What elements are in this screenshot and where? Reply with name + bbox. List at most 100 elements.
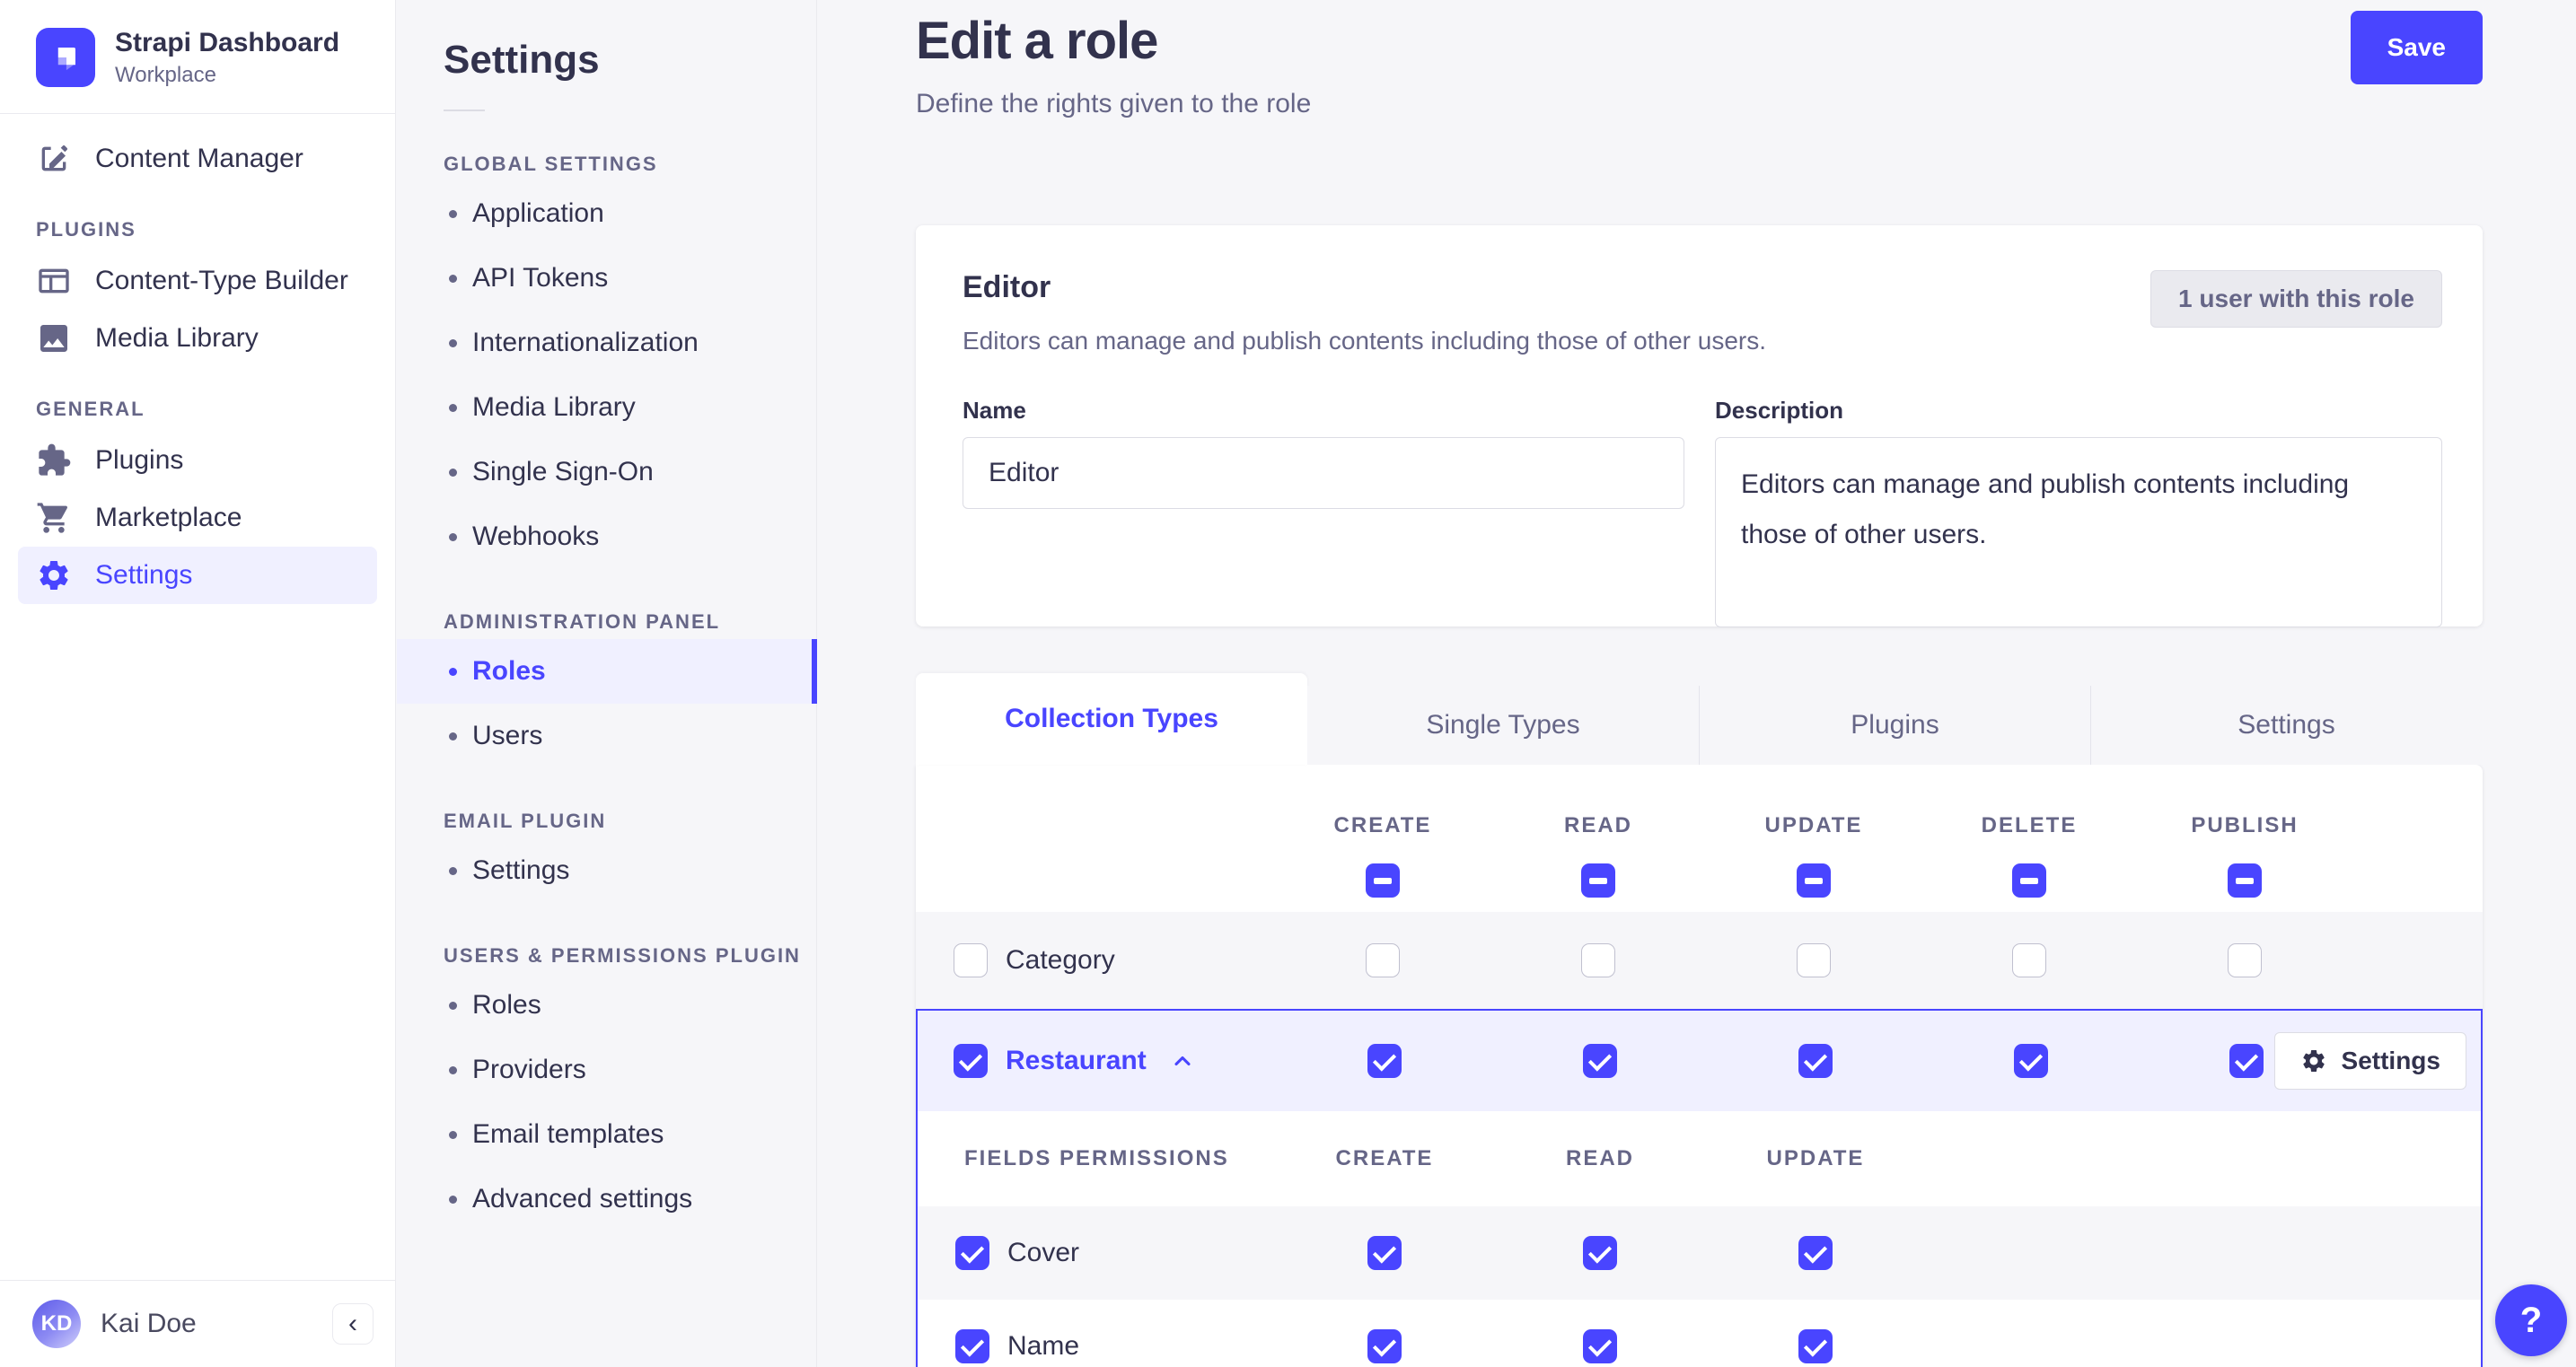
subnav-item-providers[interactable]: Providers: [397, 1038, 816, 1102]
row-label[interactable]: Restaurant: [1006, 1046, 1147, 1076]
column-header: READ: [1563, 813, 1632, 837]
subnav-item-label: Application: [472, 198, 604, 228]
restaurant-publish-checkbox[interactable]: [2229, 1044, 2264, 1078]
tab-single-types[interactable]: Single Types: [1307, 686, 1699, 765]
subnav-item-label: Advanced settings: [472, 1184, 693, 1214]
bullet-icon: [449, 867, 457, 875]
restaurant-read-checkbox[interactable]: [1583, 1044, 1617, 1078]
role-description-textarea[interactable]: Editors can manage and publish contents …: [1715, 437, 2442, 627]
select-all-create-checkbox[interactable]: [1366, 863, 1400, 898]
column-header: DELETE: [1981, 813, 2078, 837]
column-header: UPDATE: [1766, 1146, 1865, 1170]
table-row-category: Category: [916, 912, 2483, 1009]
workspace-brand[interactable]: Strapi Dashboard Workplace: [0, 0, 395, 113]
restaurant-settings-button[interactable]: Settings: [2273, 1032, 2466, 1090]
permissions-table: CREATE READ UPDATE DELETE PUBLISH Catego…: [916, 765, 2483, 1367]
subnav-item-api-tokens[interactable]: API Tokens: [397, 246, 816, 311]
field-row-cover: Cover: [918, 1206, 2481, 1300]
role-name-input[interactable]: [963, 437, 1684, 509]
sidebar-item-marketplace[interactable]: Marketplace: [18, 489, 377, 547]
subnav-item-roles-admin[interactable]: Roles: [397, 639, 817, 704]
restaurant-create-checkbox[interactable]: [1367, 1044, 1402, 1078]
sidebar-collapse-button[interactable]: ‹: [332, 1303, 374, 1345]
field-row-name: Name: [918, 1300, 2481, 1367]
description-field-label: Description: [1715, 397, 1844, 424]
restaurant-row-checkbox[interactable]: [954, 1044, 988, 1078]
subnav-item-advanced-settings[interactable]: Advanced settings: [397, 1167, 816, 1231]
subnav-title-rule: [444, 110, 485, 111]
tab-collection-types[interactable]: Collection Types: [916, 673, 1307, 765]
sidebar-item-label: Content Manager: [95, 144, 303, 173]
row-label[interactable]: Name: [1007, 1331, 1079, 1362]
name-row-checkbox[interactable]: [955, 1329, 989, 1363]
chevron-up-icon[interactable]: [1170, 1048, 1195, 1073]
strapi-admin-app: Strapi Dashboard Workplace Content Manag…: [0, 0, 2576, 1367]
cover-create-checkbox[interactable]: [1367, 1236, 1402, 1270]
select-all-publish-checkbox[interactable]: [2228, 863, 2262, 898]
bullet-icon: [449, 275, 457, 283]
subnav-item-users[interactable]: Users: [397, 704, 816, 768]
save-button[interactable]: Save: [2350, 11, 2483, 84]
subnav-item-email-settings[interactable]: Settings: [397, 838, 816, 903]
subnav-item-label: Internationalization: [472, 328, 699, 357]
bullet-icon: [449, 1131, 457, 1139]
row-label[interactable]: Category: [1006, 945, 1115, 976]
restaurant-delete-checkbox[interactable]: [2014, 1044, 2048, 1078]
subnav-item-internationalization[interactable]: Internationalization: [397, 311, 816, 375]
subnav-item-roles-up[interactable]: Roles: [397, 973, 816, 1038]
subnav-section-email-plugin: EMAIL PLUGIN: [444, 810, 607, 832]
bullet-icon: [449, 210, 457, 218]
category-create-checkbox[interactable]: [1366, 943, 1400, 977]
category-update-checkbox[interactable]: [1797, 943, 1831, 977]
cover-update-checkbox[interactable]: [1798, 1236, 1833, 1270]
cover-row-checkbox[interactable]: [955, 1236, 989, 1270]
permissions-header-row: CREATE READ UPDATE DELETE PUBLISH: [916, 765, 2483, 912]
tab-settings[interactable]: Settings: [2090, 686, 2482, 765]
layout-icon: [39, 268, 69, 294]
user-name: Kai Doe: [101, 1309, 197, 1338]
sidebar-item-label: Media Library: [95, 323, 259, 353]
subnav-section-global-settings: GLOBAL SETTINGS: [444, 153, 658, 175]
tab-plugins[interactable]: Plugins: [1699, 686, 2090, 765]
category-publish-checkbox[interactable]: [2228, 943, 2262, 977]
bullet-icon: [449, 1066, 457, 1074]
subnav-item-label: Email templates: [472, 1119, 664, 1149]
sidebar-item-content-manager[interactable]: Content Manager: [18, 130, 377, 188]
category-read-checkbox[interactable]: [1581, 943, 1615, 977]
subnav-item-email-templates[interactable]: Email templates: [397, 1102, 816, 1167]
subnav-item-application[interactable]: Application: [397, 181, 816, 246]
settings-subnav: Settings GLOBAL SETTINGS Application API…: [397, 0, 817, 1367]
column-header: UPDATE: [1764, 813, 1863, 837]
restaurant-update-checkbox[interactable]: [1798, 1044, 1833, 1078]
subnav-section-administration-panel: ADMINISTRATION PANEL: [444, 610, 721, 633]
name-update-checkbox[interactable]: [1798, 1329, 1833, 1363]
sidebar-item-settings[interactable]: Settings: [18, 547, 377, 604]
avatar[interactable]: KD: [32, 1300, 81, 1348]
sidebar-item-media-library[interactable]: Media Library: [18, 310, 377, 367]
table-row-restaurant: Restaurant Settings: [918, 1011, 2481, 1111]
select-all-delete-checkbox[interactable]: [2012, 863, 2046, 898]
cover-read-checkbox[interactable]: [1583, 1236, 1617, 1270]
name-field-label: Name: [963, 397, 1026, 424]
page-subtitle: Define the rights given to the role: [916, 89, 1312, 118]
bullet-icon: [449, 469, 457, 477]
column-header: READ: [1565, 1146, 1634, 1170]
name-create-checkbox[interactable]: [1367, 1329, 1402, 1363]
category-row-checkbox[interactable]: [954, 943, 988, 977]
select-all-read-checkbox[interactable]: [1581, 863, 1615, 898]
row-label[interactable]: Cover: [1007, 1238, 1079, 1268]
subnav-item-media-library[interactable]: Media Library: [397, 375, 816, 440]
sidebar-item-plugins[interactable]: Plugins: [18, 432, 377, 489]
subnav-item-webhooks[interactable]: Webhooks: [397, 504, 816, 569]
select-all-update-checkbox[interactable]: [1797, 863, 1831, 898]
help-button[interactable]: ?: [2495, 1284, 2567, 1356]
sidebar-item-content-type-builder[interactable]: Content-Type Builder: [18, 252, 377, 310]
users-with-role-button[interactable]: 1 user with this role: [2150, 270, 2442, 328]
bullet-icon: [449, 1196, 457, 1204]
subnav-item-single-sign-on[interactable]: Single Sign-On: [397, 440, 816, 504]
name-read-checkbox[interactable]: [1583, 1329, 1617, 1363]
fields-permissions-header: FIELDS PERMISSIONS CREATE READ UPDATE: [918, 1111, 2481, 1206]
page-header: Edit a role Define the rights given to t…: [916, 0, 2483, 119]
category-delete-checkbox[interactable]: [2012, 943, 2046, 977]
role-details-card: Editor Editors can manage and publish co…: [916, 225, 2483, 627]
